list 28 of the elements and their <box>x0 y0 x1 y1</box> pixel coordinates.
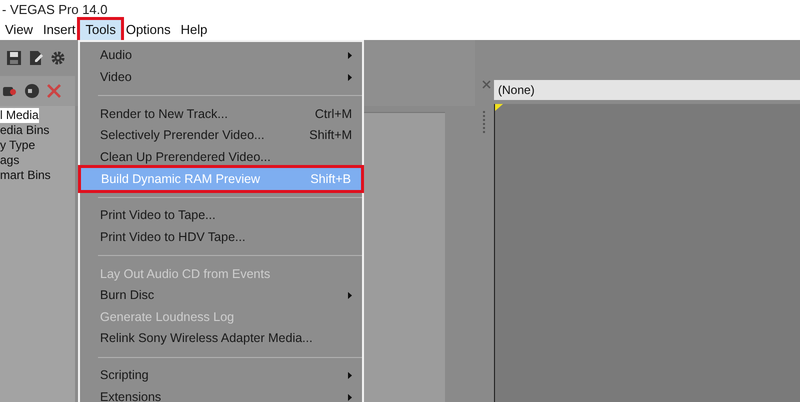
menu-item[interactable]: Burn Disc <box>80 284 362 306</box>
menu-item[interactable]: Clean Up Prerendered Video... <box>80 146 362 168</box>
grip-icon[interactable] <box>482 110 486 134</box>
document-edit-icon[interactable] <box>28 50 44 66</box>
tree-item[interactable]: mart Bins <box>0 168 51 183</box>
tree-item[interactable]: y Type <box>0 138 36 153</box>
menu-item[interactable]: View <box>0 20 38 40</box>
tree-item[interactable]: l Media <box>0 108 39 123</box>
settings-icon[interactable] <box>50 50 66 66</box>
marker-flag-icon <box>495 104 503 111</box>
menu-item[interactable]: Selectively Prerender Video... Shift+M <box>80 124 362 147</box>
tree-item[interactable]: edia Bins <box>0 123 50 138</box>
window-title: - VEGAS Pro 14.0 <box>2 1 108 20</box>
menu-item[interactable]: Relink Sony Wireless Adapter Media... <box>80 328 362 350</box>
menu-item[interactable]: Print Video to Tape... <box>80 204 362 226</box>
menu-item[interactable]: Help <box>176 20 212 40</box>
menu-item[interactable]: Extensions <box>80 386 362 402</box>
menu-item[interactable]: Render to New Track... Ctrl+M <box>80 103 362 125</box>
menu-item[interactable]: Scripting <box>80 364 362 386</box>
menu-item[interactable]: Print Video to HDV Tape... <box>80 226 362 248</box>
device-field[interactable]: (None) <box>494 80 800 100</box>
menu-item[interactable]: Insert <box>38 20 80 40</box>
menu-item[interactable]: Audio <box>80 45 362 67</box>
save-icon[interactable] <box>6 50 22 66</box>
menu-item[interactable]: Options <box>120 20 176 40</box>
tree-item[interactable]: ags <box>0 153 20 168</box>
menu-item[interactable]: Tools <box>80 20 121 40</box>
menu-item[interactable]: Video <box>80 66 362 88</box>
